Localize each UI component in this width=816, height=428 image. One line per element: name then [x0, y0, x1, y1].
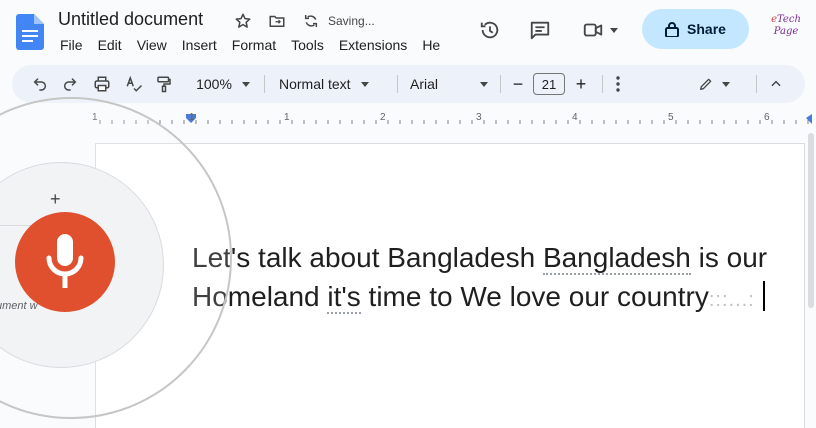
increase-font-size-button[interactable]: + — [567, 65, 595, 103]
star-icon[interactable] — [232, 10, 254, 32]
saving-status: Saving... — [328, 14, 375, 28]
font-value: Arial — [410, 76, 439, 92]
decrease-font-size-button[interactable]: − — [504, 65, 532, 103]
ruler-label: 1 — [189, 112, 195, 123]
ruler-label: 5 — [668, 112, 674, 123]
menu-help[interactable]: He — [422, 37, 440, 53]
chevron-down-icon — [722, 81, 730, 87]
zoom-value: 100% — [196, 76, 232, 92]
collapse-toolbar-icon[interactable] — [762, 65, 790, 103]
comment-icon[interactable] — [520, 10, 560, 50]
ruler-label: 6 — [764, 112, 770, 123]
move-folder-icon[interactable] — [266, 10, 288, 32]
docs-logo-icon[interactable] — [16, 14, 44, 50]
ruler-label: 3 — [476, 112, 482, 123]
paint-format-icon[interactable] — [150, 65, 178, 103]
font-select[interactable]: Arial — [408, 65, 490, 103]
ruler-label: 2 — [380, 112, 386, 123]
right-indent-marker-icon — [806, 114, 812, 124]
history-icon[interactable] — [470, 10, 510, 50]
spellcheck-suggestion[interactable]: it's — [327, 281, 361, 314]
paragraph-style-value: Normal text — [279, 76, 351, 92]
menu-edit[interactable]: Edit — [98, 37, 122, 53]
sync-icon — [300, 10, 322, 32]
title-actions: Saving... — [232, 10, 375, 32]
pencil-icon — [700, 78, 712, 90]
font-size-input[interactable]: 21 — [532, 65, 566, 103]
spellcheck-suggestion[interactable]: Bangladesh — [542, 242, 691, 275]
document-title[interactable]: Untitled document — [58, 9, 203, 30]
add-icon[interactable]: + — [50, 189, 61, 210]
header-actions — [470, 10, 628, 50]
menu-bar: File Edit View Insert Format Tools Exten… — [60, 37, 440, 53]
chevron-down-icon — [610, 27, 618, 33]
chevron-down-icon — [480, 81, 488, 87]
document-body-text[interactable]: Let's talk about Bangladesh Bangladesh i… — [192, 238, 792, 320]
meet-video-icon[interactable] — [572, 10, 628, 50]
chevron-down-icon — [241, 81, 250, 87]
toolbar-divider — [500, 75, 501, 93]
zoom-select[interactable]: 100% — [188, 65, 258, 103]
ruler-label: 4 — [572, 112, 578, 123]
spellcheck-icon[interactable] — [120, 65, 148, 103]
paragraph-style-select[interactable]: Normal text — [276, 65, 386, 103]
menu-format[interactable]: Format — [232, 37, 276, 53]
share-button[interactable]: Share — [642, 9, 749, 49]
etech-page-watermark: eTech Page — [771, 14, 801, 37]
menu-view[interactable]: View — [137, 37, 167, 53]
lock-icon — [665, 22, 680, 37]
menu-extensions[interactable]: Extensions — [339, 37, 407, 53]
vertical-scrollbar[interactable] — [808, 133, 814, 308]
formatting-toolbar: 100% Normal text Arial − 21 + — [12, 65, 805, 103]
google-docs-window: Untitled document Saving... File Edit Vi… — [0, 0, 816, 428]
toolbar-divider — [602, 75, 603, 93]
toolbar-divider — [397, 75, 398, 93]
share-label: Share — [687, 21, 726, 37]
microphone-icon — [46, 234, 84, 288]
voice-panel-label: ument w — [0, 300, 38, 312]
more-options-icon[interactable] — [604, 65, 632, 103]
chevron-down-icon — [360, 81, 369, 87]
editing-mode-select[interactable] — [690, 65, 738, 103]
toolbar-divider — [264, 75, 265, 93]
ruler-label: 1 — [284, 112, 290, 123]
menu-file[interactable]: File — [60, 37, 83, 53]
text-cursor — [762, 281, 765, 311]
toolbar-divider — [756, 75, 757, 93]
menu-tools[interactable]: Tools — [291, 37, 324, 53]
print-icon[interactable] — [88, 65, 116, 103]
font-size-value: 21 — [533, 73, 565, 95]
menu-insert[interactable]: Insert — [182, 37, 217, 53]
pending-dictation-text: :::...: — [708, 289, 755, 311]
voice-typing-mic-button[interactable] — [15, 212, 115, 312]
